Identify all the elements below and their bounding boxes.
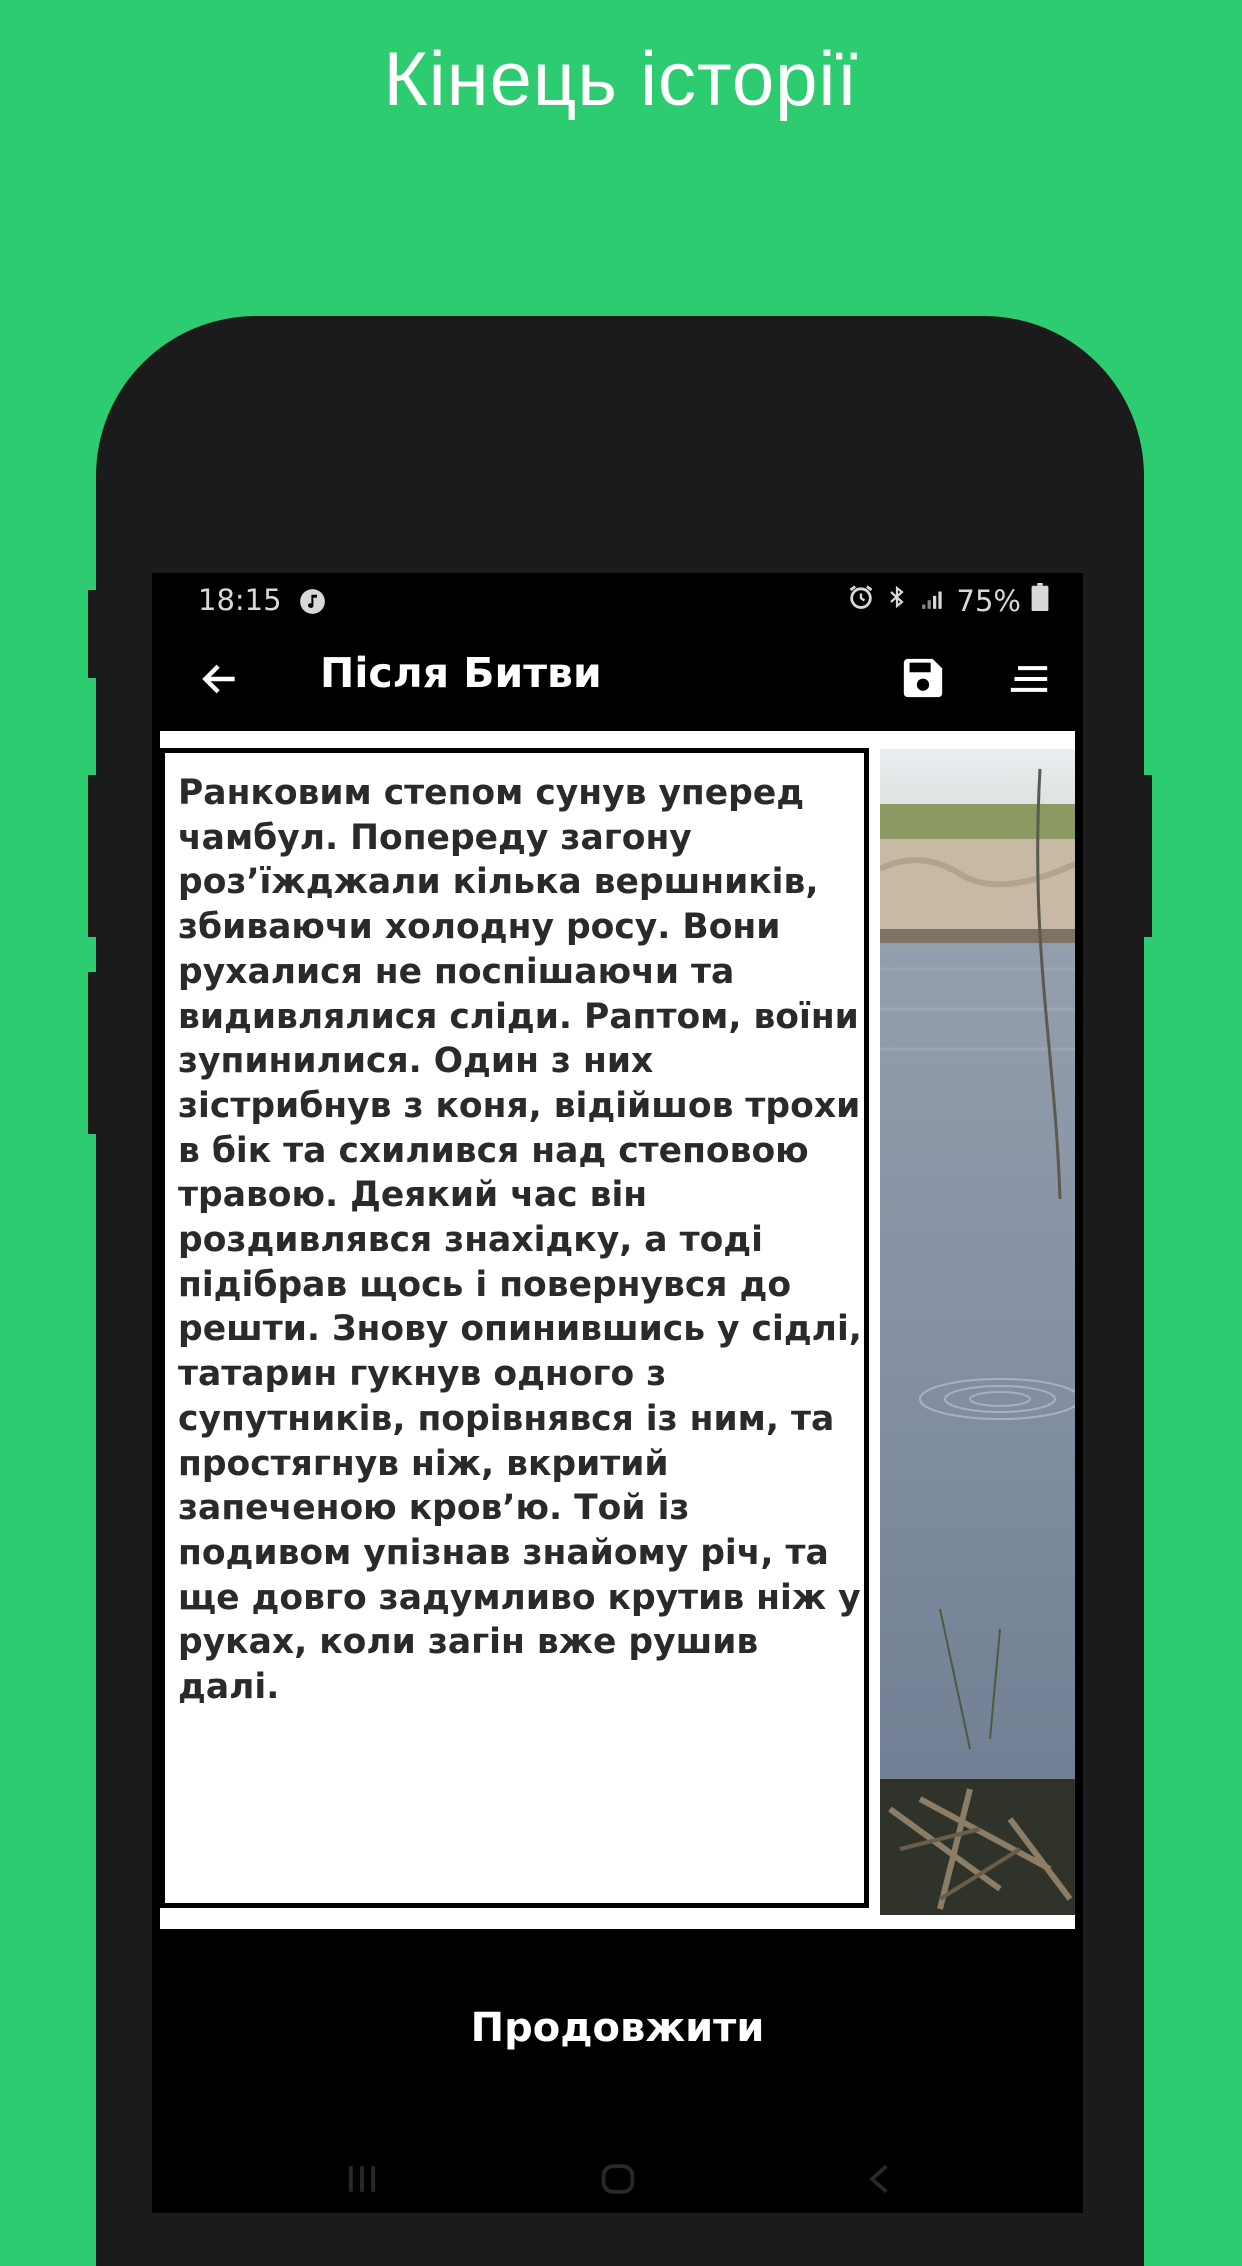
sort-menu-icon [1010, 666, 1048, 692]
system-navigation-bar [152, 2153, 1083, 2213]
music-icon [299, 588, 326, 622]
story-text-box: Ранковим степом сунув уперед чамбул. Поп… [160, 748, 869, 1908]
recents-icon[interactable] [342, 2163, 382, 2199]
sort-menu-button[interactable] [1007, 659, 1051, 699]
home-icon[interactable] [598, 2163, 638, 2199]
back-button[interactable] [198, 657, 242, 701]
continue-button[interactable]: Продовжити [152, 2005, 1083, 2075]
battery-percent: 75% [956, 583, 1021, 618]
alarm-icon [847, 583, 875, 618]
story-text: Ранковим степом сунув уперед чамбул. Поп… [178, 773, 862, 1708]
status-time: 18:15 [198, 583, 282, 617]
app-bar: Після Битви [152, 629, 1083, 729]
signal-icon [919, 584, 947, 618]
bluetooth-icon [885, 583, 909, 618]
save-icon [903, 658, 943, 698]
promo-title: Кінець історії [383, 37, 859, 122]
status-bar: 18:15 75% [152, 573, 1083, 629]
save-button[interactable] [900, 655, 946, 701]
phone-screen: 18:15 75% Після Битви Ранковим степом су… [152, 573, 1083, 2213]
nav-back-icon[interactable] [864, 2163, 896, 2199]
battery-icon [1031, 583, 1049, 618]
app-title: Після Битви [320, 649, 602, 697]
back-arrow-icon [202, 664, 235, 694]
story-photo [880, 749, 1075, 1915]
status-indicators: 75% [847, 583, 1049, 618]
story-card: Ранковим степом сунув уперед чамбул. Поп… [160, 731, 1075, 1929]
